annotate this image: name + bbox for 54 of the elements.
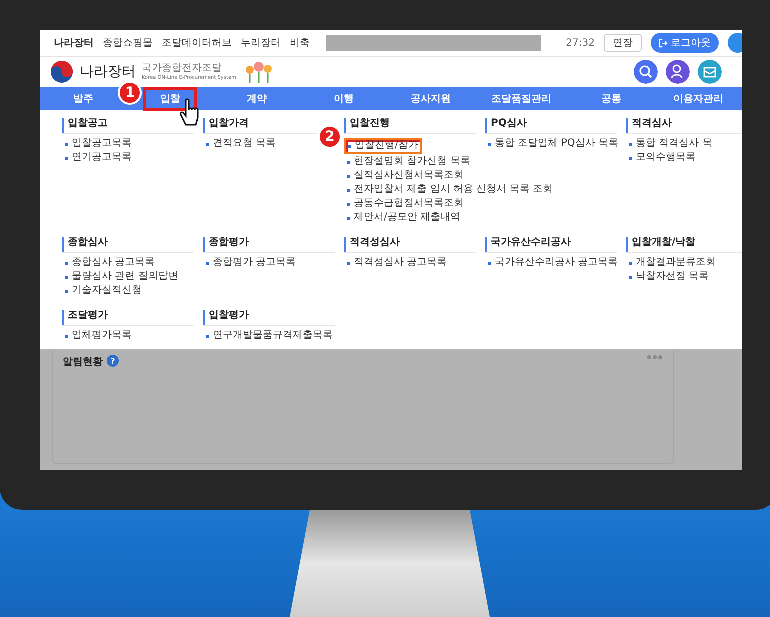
- menu-section-title: 적격심사: [626, 118, 742, 133]
- nav-tab[interactable]: 이행: [317, 86, 371, 110]
- step-badge: 1: [118, 80, 142, 104]
- menu-link[interactable]: 낙찰자선정 목록: [626, 270, 712, 284]
- site-link[interactable]: 누리장터: [241, 36, 281, 50]
- menu-link[interactable]: 연기공고목록: [62, 151, 135, 165]
- session-timer: 27:32: [566, 38, 595, 48]
- site-link[interactable]: 비축: [290, 36, 310, 50]
- logo-title: 나라장터: [80, 63, 136, 81]
- menu-section-title: 입찰개찰/낙찰: [626, 237, 742, 252]
- menu-link[interactable]: 국가유산수리공사 공고목록: [485, 256, 622, 270]
- menu-section-title: PQ심사: [485, 118, 617, 133]
- menu-section-title: 종합심사: [62, 237, 194, 252]
- menu-section-title: 적격성심사: [344, 237, 476, 252]
- menu-link[interactable]: 현장설명회 참가신청 목록: [344, 155, 474, 169]
- nav-tab[interactable]: 공통: [584, 86, 639, 110]
- logout-button[interactable]: 로그아웃: [651, 33, 719, 53]
- menu-section-title: 입찰평가: [203, 310, 335, 325]
- nav-tab[interactable]: 이용자관리: [656, 86, 741, 110]
- menu-section-title: 종합평가: [203, 237, 335, 252]
- menu-section-title: 입찰진행: [344, 118, 476, 133]
- menu-link[interactable]: 모의수행목록: [626, 151, 699, 165]
- menu-link[interactable]: 물량심사 관련 질의답변: [62, 270, 182, 284]
- menu-link[interactable]: 입찰공고목록: [62, 137, 135, 151]
- menu-link[interactable]: 입찰진행/참가: [344, 138, 422, 154]
- nav-tab[interactable]: 조달품질관리: [474, 86, 568, 110]
- panel-title: 알림현황: [63, 356, 103, 369]
- menu-link[interactable]: 통합 적격심사 목: [626, 137, 716, 151]
- menu-link[interactable]: 업체평가목록: [62, 329, 135, 343]
- menu-link[interactable]: 공동수급협정서목록조회: [344, 197, 467, 211]
- menu-link[interactable]: 종합심사 공고목록: [62, 256, 158, 270]
- menu-section-title: 입찰공고: [62, 118, 194, 133]
- menu-link[interactable]: 통합 조달업체 PQ심사 목록: [485, 137, 622, 151]
- menu-link[interactable]: 기술자실적신청: [62, 284, 145, 298]
- menu-link[interactable]: 실적심사신청서목록조회: [344, 169, 467, 183]
- site-link[interactable]: 나라장터: [54, 36, 94, 50]
- step-badge: 2: [318, 125, 342, 149]
- menu-link[interactable]: 적격성심사 공고목록: [344, 256, 450, 270]
- nav-tab[interactable]: 발주: [56, 86, 110, 110]
- menu-link[interactable]: 종합평가 공고목록: [203, 256, 300, 270]
- site-link[interactable]: 종합쇼핑몰: [103, 36, 153, 50]
- menu-section-title: 조달평가: [62, 310, 194, 325]
- menu-link[interactable]: 제안서/공모안 제출내역: [344, 211, 464, 225]
- help-icon[interactable]: ?: [107, 355, 119, 367]
- menu-link[interactable]: 전자입찰서 제출 임시 허용 신청서 목록 조회: [344, 183, 556, 197]
- logo-subtitle: 국가종합전자조달: [142, 64, 223, 74]
- nav-tab[interactable]: 공사지원: [394, 86, 468, 110]
- menu-link[interactable]: 개찰결과분류조회: [626, 256, 719, 270]
- nav-tab[interactable]: 계약: [230, 86, 284, 110]
- menu-section-title: 국가유산수리공사: [485, 237, 617, 252]
- site-link[interactable]: 조달데이터허브: [162, 36, 232, 50]
- extend-button[interactable]: 연장: [604, 34, 642, 52]
- menu-link[interactable]: 견적요청 목록: [203, 137, 280, 151]
- menu-link[interactable]: 연구개발물품규격제출목록: [203, 329, 336, 343]
